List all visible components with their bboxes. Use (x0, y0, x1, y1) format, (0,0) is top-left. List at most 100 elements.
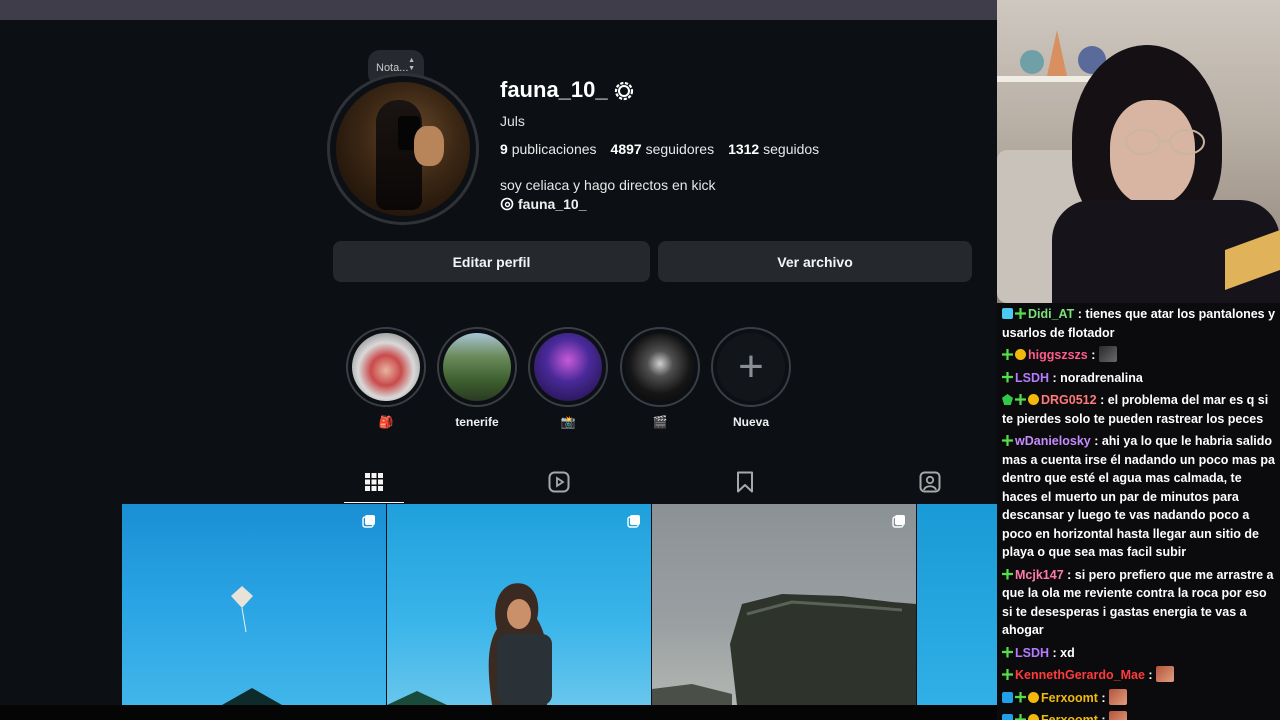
followers-stat[interactable]: 4897 seguidores (611, 141, 715, 157)
chat-message: wDanielosky : ahi ya lo que le habria sa… (1002, 432, 1276, 562)
chat-message: KennethGerardo_Mae : (1002, 666, 1276, 685)
chat-text: ahi ya lo que le habria salido mas a cue… (1002, 434, 1275, 559)
chat-message: Mcjk147 : si pero prefiero que me arrast… (1002, 566, 1276, 640)
green-badge-icon (1015, 714, 1026, 720)
note-sort-icon: ▲ ▼ (408, 57, 415, 72)
highlight-tenerife[interactable]: tenerife (437, 327, 517, 431)
webcam-feed (997, 0, 1280, 303)
profile-tabs (333, 462, 973, 504)
browser-top-bar (0, 0, 997, 20)
threads-link[interactable]: fauna_10_ (500, 196, 586, 212)
highlight-4[interactable]: 🎬 (620, 327, 700, 431)
multiple-posts-icon (627, 515, 640, 528)
chat-username[interactable]: KennethGerardo_Mae (1015, 668, 1145, 682)
bottom-strip (0, 705, 997, 720)
chat-username[interactable]: LSDH (1015, 371, 1049, 385)
active-tab-indicator (344, 502, 404, 503)
chat-message: DRG0512 : el problema del mar es q si te… (1002, 391, 1276, 428)
new-highlight-button[interactable]: + Nueva (711, 327, 791, 431)
person-shape (488, 583, 552, 705)
chat-message: LSDH : xd (1002, 644, 1276, 663)
saved-icon[interactable] (732, 469, 758, 495)
threads-handle: fauna_10_ (518, 196, 587, 212)
chat-username[interactable]: Ferxoomt (1041, 713, 1098, 720)
chat-separator: : (1049, 370, 1061, 385)
chat-message: Didi_AT : tienes que atar los pantalones… (1002, 305, 1276, 342)
instagram-profile-page: Nota... ▲ ▼ fauna_10_ Juls 9 publicacione… (0, 0, 997, 705)
hill-shape (387, 691, 447, 705)
green-badge-icon (1002, 371, 1013, 383)
chat-separator: : (1090, 434, 1102, 448)
palm-shape (222, 688, 282, 705)
gear-icon[interactable] (612, 79, 636, 103)
highlight-cover (443, 333, 511, 401)
chat-username[interactable]: LSDH (1015, 646, 1049, 660)
chat-text: noradrenalina (1060, 370, 1143, 385)
sub-badge-icon (1028, 691, 1039, 703)
green-badge-icon (1002, 435, 1013, 446)
green-badge-icon (1015, 394, 1026, 405)
sub-badge-icon (1015, 349, 1026, 360)
post-tile[interactable] (122, 504, 386, 705)
chat-username[interactable]: DRG0512 (1041, 393, 1097, 407)
chat-separator: : (1074, 307, 1086, 321)
post-tile[interactable] (652, 504, 916, 705)
tagged-icon[interactable] (917, 469, 943, 495)
multiple-posts-icon (362, 515, 375, 528)
threads-icon (500, 197, 514, 211)
chat-separator: : (1096, 393, 1108, 407)
glasses-shape (1125, 129, 1205, 155)
kite-shape (231, 586, 253, 633)
mod-badge-icon (1002, 691, 1013, 703)
green-badge-icon (1002, 349, 1013, 360)
reels-icon[interactable] (546, 469, 572, 495)
profile-avatar[interactable] (327, 73, 479, 225)
chat-username[interactable]: higgszszs (1028, 348, 1088, 362)
emote-icon (1109, 688, 1128, 705)
profile-bio: soy celiaca y hago directos en kick (500, 177, 716, 193)
rock-shape (652, 594, 916, 705)
highlight-label: Nueva (732, 415, 770, 429)
profile-stats: 9 publicaciones 4897 seguidores 1312 seg… (500, 141, 819, 157)
profile-full-name: Juls (500, 113, 525, 129)
screen: Nota... ▲ ▼ fauna_10_ Juls 9 publicacione… (0, 0, 1280, 720)
emote-icon (1109, 711, 1128, 720)
chat-username[interactable]: Ferxoomt (1041, 691, 1098, 705)
gem-badge-icon (1002, 394, 1013, 405)
chat-username[interactable]: Didi_AT (1028, 307, 1074, 321)
green-badge-icon (1002, 568, 1013, 580)
avatar-image (336, 82, 470, 216)
highlight-label: 📸 (560, 415, 576, 429)
highlight-cover (626, 333, 694, 401)
highlight-1[interactable]: 🎒 (346, 327, 426, 431)
view-archive-button[interactable]: Ver archivo (658, 241, 972, 282)
chat-separator: : (1049, 645, 1061, 660)
chat-message: LSDH : noradrenalina (1002, 369, 1276, 388)
chat-message: Ferxoomt : (1002, 688, 1276, 708)
green-badge-icon (1015, 691, 1026, 703)
multiple-posts-icon (892, 515, 905, 528)
chat-username[interactable]: wDanielosky (1015, 434, 1091, 448)
posts-stat: 9 publicaciones (500, 141, 597, 157)
mod-badge-icon (1002, 714, 1013, 720)
emote-icon (1098, 346, 1117, 362)
chat-separator: : (1144, 668, 1157, 682)
plus-icon: + (738, 342, 764, 391)
chat-message: higgszszs : (1002, 346, 1276, 365)
edit-profile-button[interactable]: Editar perfil (333, 241, 650, 282)
chat-username[interactable]: Mcjk147 (1015, 568, 1064, 582)
post-tile[interactable] (917, 504, 997, 705)
following-stat[interactable]: 1312 seguidos (728, 141, 819, 157)
stream-chat: Didi_AT : tienes que atar los pantalones… (997, 303, 1280, 720)
chat-separator: : (1097, 690, 1110, 705)
boost-badge-icon (1002, 308, 1013, 319)
grid-icon[interactable] (361, 469, 387, 495)
green-badge-icon (1002, 669, 1013, 680)
chat-message: Ferxoomt : (1002, 711, 1276, 720)
post-tile[interactable] (387, 504, 651, 705)
chat-separator: : (1063, 567, 1075, 582)
highlight-cover (534, 333, 602, 401)
highlight-label: 🎒 (378, 415, 394, 429)
sub-badge-icon (1028, 714, 1039, 720)
highlight-3[interactable]: 📸 (528, 327, 608, 431)
